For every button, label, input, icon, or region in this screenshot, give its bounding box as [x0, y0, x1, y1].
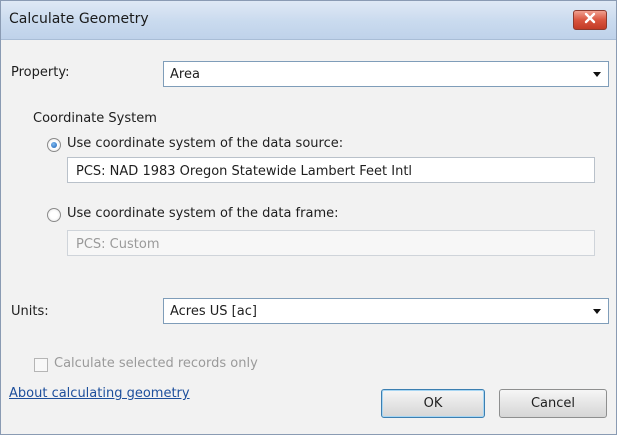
selected-only-label: Calculate selected records only [54, 356, 258, 371]
data-source-coordinate-value: PCS: NAD 1983 Oregon Statewide Lambert F… [76, 164, 413, 179]
chevron-down-icon [593, 309, 601, 314]
close-button[interactable] [573, 10, 607, 30]
ok-button[interactable]: OK [381, 389, 485, 418]
property-dropdown[interactable]: Area [163, 61, 609, 87]
cancel-button[interactable]: Cancel [499, 389, 607, 418]
chevron-down-icon [593, 72, 601, 77]
data-frame-radio[interactable] [47, 208, 61, 222]
data-frame-label: Use coordinate system of the data frame: [67, 206, 339, 221]
selected-only-checkbox[interactable] [34, 358, 48, 372]
ok-button-label: OK [423, 396, 443, 411]
title-bar[interactable]: Calculate Geometry [1, 1, 616, 40]
data-source-radio[interactable] [47, 138, 61, 152]
data-frame-coordinate-value: PCS: Custom [76, 237, 160, 252]
about-calculating-geometry-link[interactable]: About calculating geometry [9, 386, 190, 401]
units-label: Units: [11, 304, 49, 319]
cancel-button-label: Cancel [530, 396, 576, 411]
calculate-geometry-dialog: Calculate Geometry Property: Area Coordi… [0, 0, 617, 435]
close-icon [584, 12, 596, 28]
units-dropdown[interactable]: Acres US [ac] [163, 298, 609, 324]
property-label: Property: [11, 65, 70, 80]
data-source-label: Use coordinate system of the data source… [67, 136, 344, 151]
property-selected-value: Area [170, 67, 200, 82]
window-title: Calculate Geometry [9, 11, 149, 27]
coordinate-system-group-label: Coordinate System [33, 111, 157, 126]
units-selected-value: Acres US [ac] [170, 304, 257, 319]
data-frame-coordinate-field: PCS: Custom [67, 230, 595, 256]
data-source-coordinate-field: PCS: NAD 1983 Oregon Statewide Lambert F… [67, 157, 595, 183]
